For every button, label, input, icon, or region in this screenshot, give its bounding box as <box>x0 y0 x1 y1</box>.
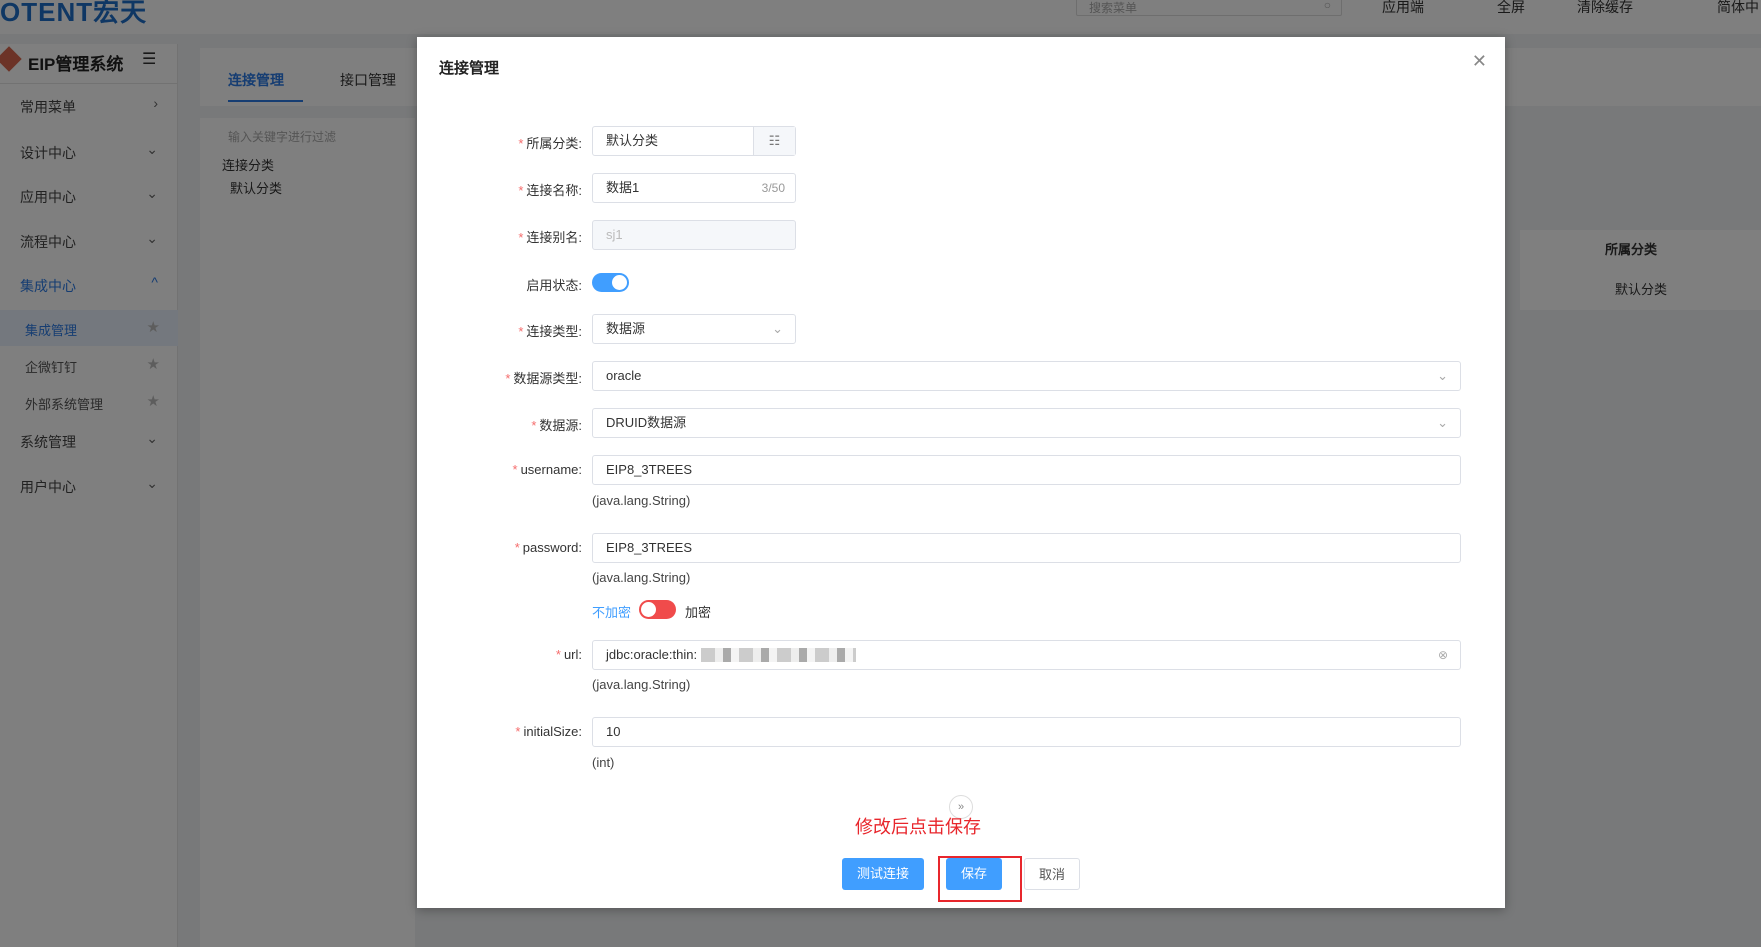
chevron-down-icon: ⌄ <box>1437 415 1448 430</box>
label-text: 所属分类: <box>526 136 582 151</box>
label-text: 数据源: <box>539 418 582 433</box>
connection-alias-input: sj1 <box>592 220 796 250</box>
field-value: oracle <box>606 368 642 383</box>
label-text: username: <box>520 462 582 477</box>
field-label: * 数据源类型: <box>505 371 582 386</box>
connection-name-input[interactable]: 数据1 3/50 <box>592 173 796 203</box>
no-encrypt-label[interactable]: 不加密 <box>592 602 631 621</box>
clear-icon[interactable]: ⊗ <box>1438 641 1448 669</box>
field-value: 默认分类 <box>606 133 659 148</box>
type-hint: (java.lang.String) <box>592 493 691 508</box>
field-label: * 连接别名: <box>518 230 582 245</box>
label-text: 连接类型: <box>526 324 582 339</box>
field-value: 10 <box>606 724 621 739</box>
test-connection-button[interactable]: 测试连接 <box>842 858 924 890</box>
field-value: sj1 <box>606 227 623 242</box>
category-field[interactable]: 默认分类 ☷ <box>592 126 796 156</box>
close-icon[interactable]: ✕ <box>1472 51 1487 72</box>
label-text: 启用状态: <box>526 278 582 293</box>
char-count: 3/50 <box>761 181 785 195</box>
connection-dialog: 连接管理 ✕ * 所属分类: 默认分类 ☷ * 连接名称: 数据1 3/50 * 连接别名… <box>417 37 1505 908</box>
label-text: initialSize: <box>523 724 582 739</box>
encrypt-label[interactable]: 加密 <box>685 602 711 621</box>
dialog-title: 连接管理 <box>439 60 500 77</box>
enabled-toggle[interactable] <box>592 273 629 292</box>
password-input[interactable]: EIP8_3TREES <box>592 533 1461 563</box>
label-text: password: <box>522 540 582 555</box>
field-value: EIP8_3TREES <box>606 540 692 555</box>
field-label: * 所属分类: <box>518 136 582 151</box>
field-value: 数据1 <box>606 180 640 195</box>
field-label: * initialSize: <box>515 724 582 739</box>
field-label: * password: <box>514 540 582 555</box>
type-hint: (java.lang.String) <box>592 570 691 585</box>
list-select-icon[interactable]: ☷ <box>753 127 795 155</box>
type-hint: (int) <box>592 755 615 770</box>
label-text: 连接别名: <box>526 230 582 245</box>
datasource-type-select[interactable]: oracle ⌄ <box>592 361 1461 391</box>
type-hint: (java.lang.String) <box>592 677 691 692</box>
field-label: * 数据源: <box>531 418 582 433</box>
annotation-text: 修改后点击保存 <box>855 817 981 837</box>
datasource-select[interactable]: DRUID数据源 ⌄ <box>592 408 1461 438</box>
chevron-down-icon: ⌄ <box>1437 368 1448 383</box>
initial-size-input[interactable]: 10 <box>592 717 1461 747</box>
label-text: 数据源类型: <box>513 371 582 386</box>
field-value: jdbc:oracle:thin: <box>606 647 698 662</box>
field-value: 数据源 <box>606 321 646 336</box>
username-input[interactable]: EIP8_3TREES <box>592 455 1461 485</box>
chevron-down-icon: ⌄ <box>772 321 783 336</box>
field-label: * username: <box>512 462 582 477</box>
redacted-text <box>701 648 856 662</box>
cancel-button[interactable]: 取消 <box>1024 858 1080 890</box>
label-text: url: <box>563 647 582 662</box>
field-value: DRUID数据源 <box>606 415 687 430</box>
label-text: 连接名称: <box>526 183 582 198</box>
encrypt-toggle[interactable] <box>639 600 676 619</box>
field-value: EIP8_3TREES <box>606 462 692 477</box>
highlight-box <box>938 856 1022 902</box>
field-label: * 连接名称: <box>518 183 582 198</box>
field-label: 启用状态: <box>417 275 582 294</box>
field-label: * url: <box>555 647 582 662</box>
url-input[interactable]: jdbc:oracle:thin: ⊗ <box>592 640 1461 670</box>
field-label: * 连接类型: <box>518 324 582 339</box>
connection-type-select[interactable]: 数据源 ⌄ <box>592 314 796 344</box>
